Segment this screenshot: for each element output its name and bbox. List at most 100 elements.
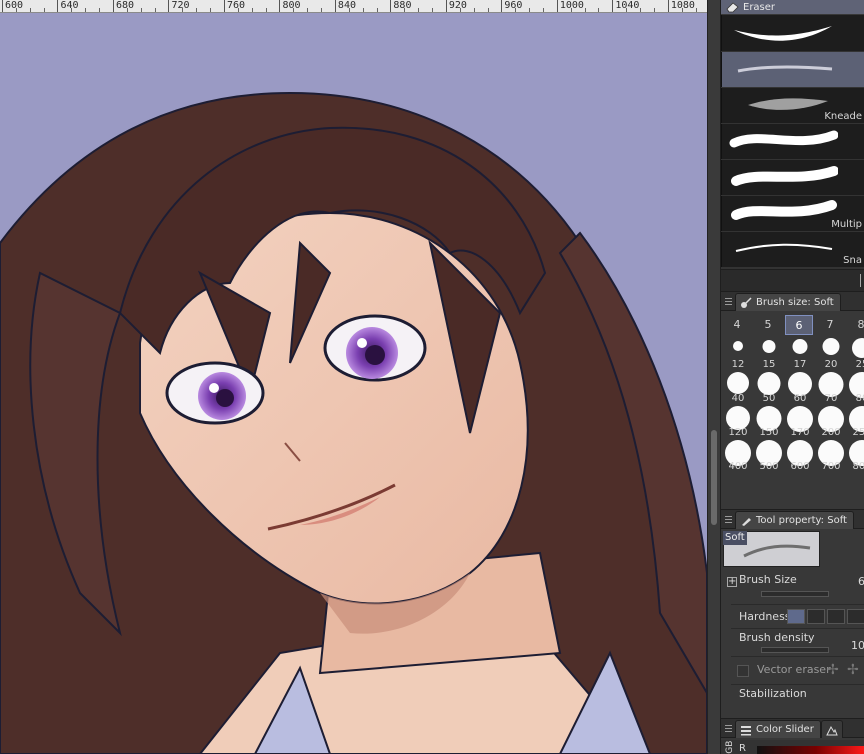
ruler-tick bbox=[376, 8, 378, 12]
brush-size-option[interactable]: 80 bbox=[847, 371, 864, 405]
brush-size-panel-title: Brush size: Soft bbox=[756, 297, 834, 308]
brush-size-option[interactable]: 5 bbox=[754, 315, 782, 335]
brush-size-option[interactable]: 700 bbox=[816, 439, 846, 473]
color-slider-body: RGB R bbox=[721, 740, 864, 754]
brush-size-option[interactable]: 170 bbox=[785, 405, 815, 439]
color-slider-panel-header: Color Slider bbox=[721, 718, 864, 738]
subtool-item[interactable] bbox=[721, 124, 864, 159]
brush-size-option[interactable]: 50 bbox=[754, 371, 784, 405]
brush-size-number: 120 bbox=[728, 427, 748, 438]
brush-size-label: Brush Size bbox=[739, 573, 797, 586]
subtool-item-multiple[interactable]: Multip bbox=[721, 196, 864, 231]
brush-size-option[interactable]: 17 bbox=[785, 337, 815, 371]
vector-eraser-checkbox[interactable] bbox=[737, 665, 749, 677]
brush-size-option[interactable]: 8 bbox=[847, 315, 864, 335]
red-channel-slider[interactable] bbox=[757, 746, 864, 754]
eraser-subtool-header[interactable]: Eraser bbox=[721, 0, 864, 14]
color-slider-panel-title: Color Slider bbox=[756, 724, 814, 735]
ruler-tick bbox=[196, 8, 198, 12]
ruler-tick bbox=[237, 8, 239, 12]
brush-size-number: 17 bbox=[793, 359, 807, 370]
subtool-footer-button[interactable] bbox=[860, 274, 864, 287]
expand-plus-icon[interactable]: + bbox=[727, 577, 737, 587]
brush-size-number: 15 bbox=[762, 359, 776, 370]
ruler-tick bbox=[362, 8, 364, 12]
brush-size-panel-header: Brush size: Soft bbox=[721, 291, 864, 311]
subtool-item-kneaded[interactable]: Kneade bbox=[721, 88, 864, 123]
brush-density-slider[interactable] bbox=[761, 647, 829, 653]
brush-size-option[interactable]: 400 bbox=[723, 439, 753, 473]
canvas-area[interactable]: 600 640 680 720 760 800 840 880 920 960 1000 1040 10… bbox=[0, 0, 707, 754]
canvas-vertical-scrollbar[interactable] bbox=[707, 0, 720, 754]
brush-size-option[interactable]: 6 bbox=[785, 315, 813, 335]
brush-size-option[interactable]: 20 bbox=[816, 337, 846, 371]
ruler-label: 920 bbox=[445, 0, 467, 12]
hardness-level-3[interactable] bbox=[827, 609, 845, 624]
tab-color-set[interactable] bbox=[820, 720, 843, 738]
brush-size-option[interactable]: 250 bbox=[847, 405, 864, 439]
divider bbox=[731, 604, 864, 605]
ruler-tick bbox=[404, 8, 406, 12]
eraser-panel-title: Eraser bbox=[743, 1, 776, 13]
subtool-item-snap[interactable]: Sna bbox=[721, 232, 864, 267]
hardness-level-1[interactable] bbox=[787, 609, 805, 624]
hardness-level-4[interactable] bbox=[847, 609, 864, 624]
tab-tool-property[interactable]: Tool property: Soft bbox=[735, 511, 854, 529]
artwork-canvas[interactable] bbox=[0, 13, 707, 754]
subtool-item-selected[interactable] bbox=[721, 52, 864, 87]
brush-size-option[interactable]: 800 bbox=[847, 439, 864, 473]
ruler-tick bbox=[695, 8, 697, 12]
brush-size-option[interactable]: 12 bbox=[723, 337, 753, 371]
vector-eraser-mode-icon[interactable]: ✢ bbox=[847, 662, 859, 678]
ruler-tick bbox=[99, 8, 101, 12]
ruler-tick bbox=[529, 8, 531, 12]
brush-size-option[interactable]: 200 bbox=[816, 405, 846, 439]
ruler-label: 840 bbox=[334, 0, 356, 12]
panel-grip-icon[interactable] bbox=[721, 510, 735, 528]
stabilization-setting: Stabilization bbox=[721, 685, 864, 705]
panel-grip-icon[interactable] bbox=[721, 292, 735, 310]
color-mode-label[interactable]: RGB bbox=[725, 740, 735, 754]
canvas-vertical-scrollbar-thumb[interactable] bbox=[711, 430, 717, 525]
brush-size-icon bbox=[741, 296, 752, 308]
brush-size-option[interactable]: 70 bbox=[816, 371, 846, 405]
brush-size-number: 250 bbox=[852, 427, 864, 438]
brush-size-option[interactable]: 7 bbox=[816, 315, 844, 335]
brush-size-row: 40 50 60 70 80 bbox=[721, 371, 864, 405]
subtool-item[interactable] bbox=[721, 15, 864, 51]
ruler-tick bbox=[584, 8, 586, 12]
brush-size-number: 150 bbox=[759, 427, 779, 438]
ruler-tick bbox=[43, 8, 45, 12]
ruler-tick bbox=[598, 8, 600, 12]
vector-eraser-mode-icon[interactable]: ✢ bbox=[827, 662, 839, 678]
subtool-item[interactable] bbox=[721, 160, 864, 195]
brush-size-number: 500 bbox=[759, 461, 779, 472]
brush-size-option[interactable]: 40 bbox=[723, 371, 753, 405]
ruler-tick bbox=[251, 8, 253, 12]
brush-size-option[interactable]: 120 bbox=[723, 405, 753, 439]
ruler-tick bbox=[653, 8, 655, 12]
brush-size-top-row: 45678 bbox=[721, 311, 864, 337]
ruler-tick bbox=[182, 8, 184, 12]
brush-size-option[interactable]: 4 bbox=[723, 315, 751, 335]
brush-size-slider[interactable] bbox=[761, 591, 829, 597]
ruler-label: 600 bbox=[2, 0, 23, 12]
brush-size-option[interactable]: 600 bbox=[785, 439, 815, 473]
hardness-level-2[interactable] bbox=[807, 609, 825, 624]
tab-color-slider[interactable]: Color Slider bbox=[735, 720, 821, 738]
brush-size-number: 800 bbox=[852, 461, 864, 472]
panel-grip-icon[interactable] bbox=[721, 719, 735, 737]
stabilization-label: Stabilization bbox=[739, 687, 807, 700]
brush-dot-icon bbox=[852, 337, 864, 358]
brush-size-option[interactable]: 25 bbox=[847, 337, 864, 371]
brush-size-number: 80 bbox=[855, 393, 864, 404]
vector-eraser-label: Vector eraser bbox=[757, 663, 831, 676]
tab-brush-size[interactable]: Brush size: Soft bbox=[735, 293, 841, 311]
ruler-label: 760 bbox=[223, 0, 245, 12]
ruler-tick bbox=[432, 8, 434, 12]
ruler-tick bbox=[293, 8, 295, 12]
brush-size-option[interactable]: 500 bbox=[754, 439, 784, 473]
brush-size-option[interactable]: 60 bbox=[785, 371, 815, 405]
brush-size-option[interactable]: 15 bbox=[754, 337, 784, 371]
brush-size-option[interactable]: 150 bbox=[754, 405, 784, 439]
